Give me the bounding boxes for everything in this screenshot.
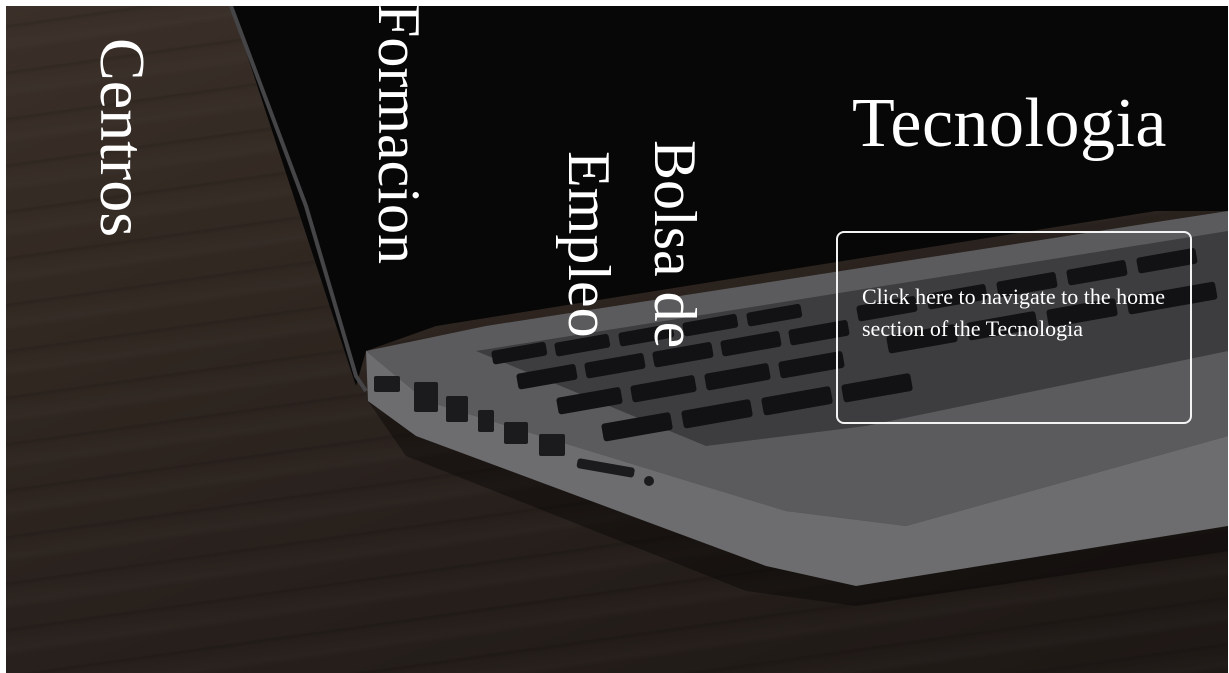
home-link-box[interactable]: Click here to navigate to the home secti…	[836, 231, 1192, 424]
nav-link-bolsa-de-empleo[interactable]: Bolsa de Empleo	[546, 124, 718, 364]
hero-banner: Centros Formacion Bolsa de Empleo Tecnol…	[6, 6, 1228, 673]
home-link-text[interactable]: Click here to navigate to the home secti…	[862, 284, 1165, 341]
page-title: Tecnologia	[852, 85, 1167, 162]
nav-link-formacion[interactable]: Formacion	[366, 6, 432, 264]
nav-link-centros[interactable]: Centros	[87, 38, 158, 237]
